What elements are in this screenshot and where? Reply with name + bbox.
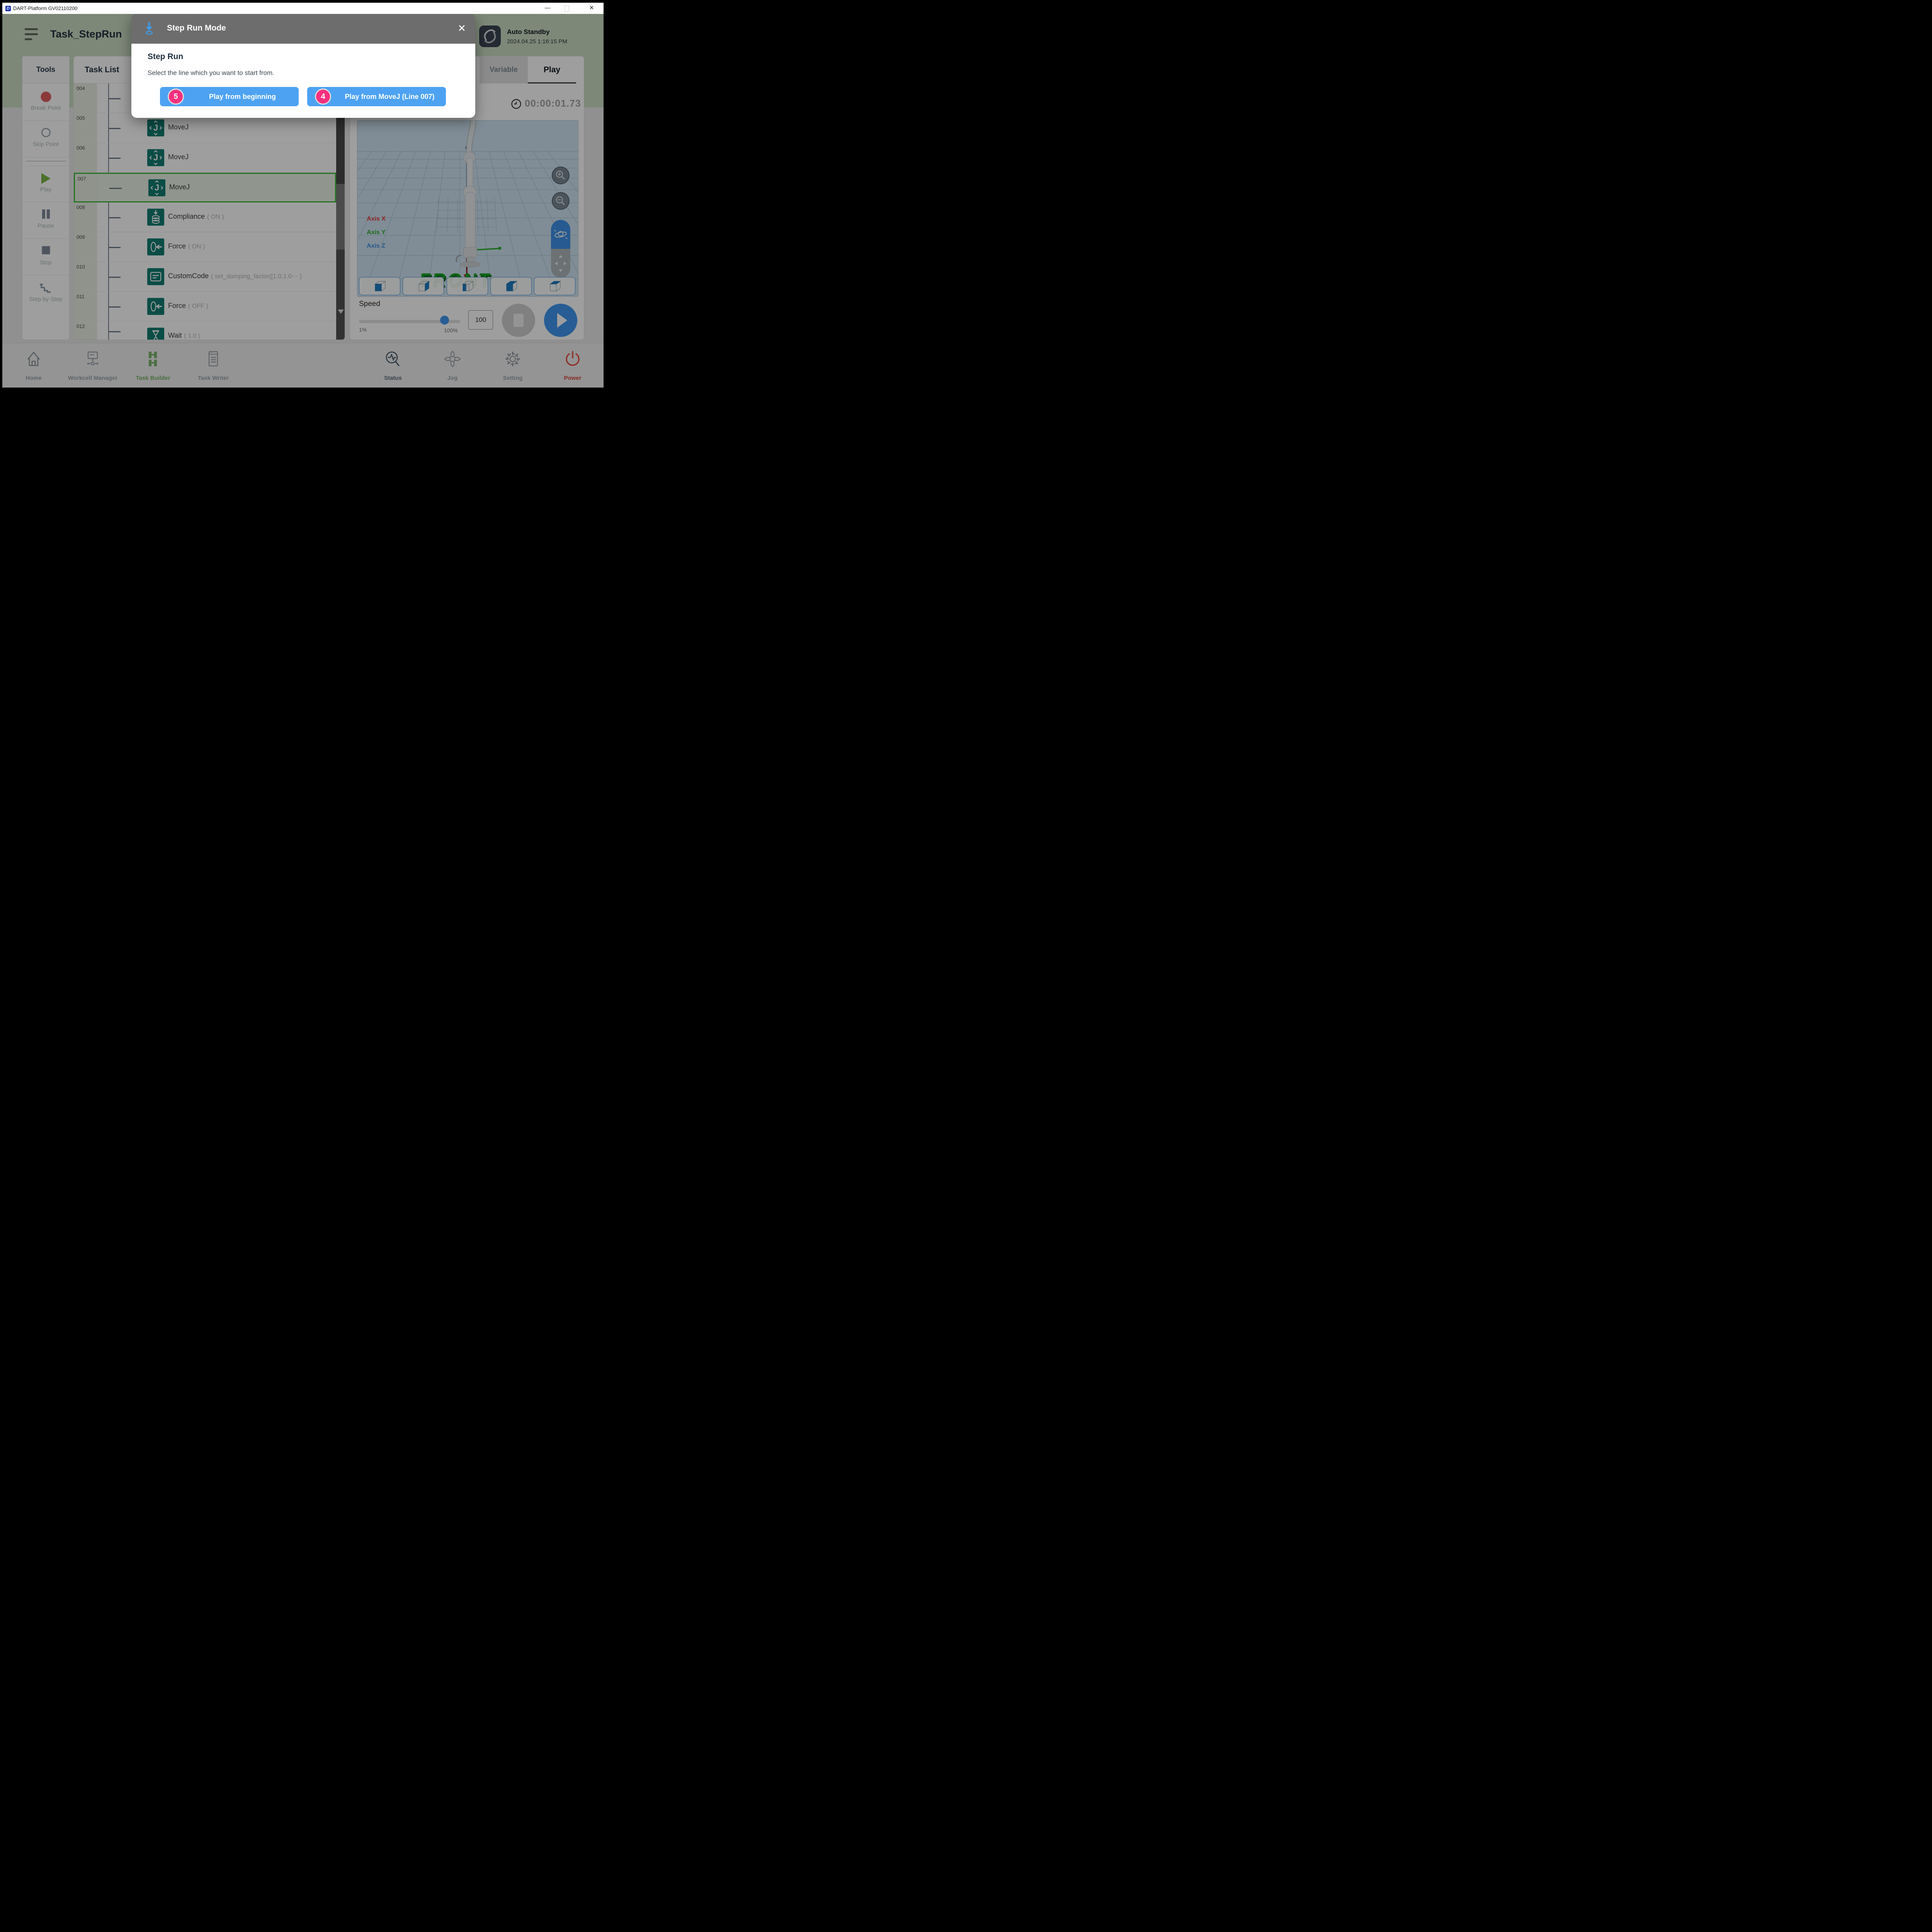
modal-heading: Step Run bbox=[148, 52, 183, 61]
modal-header: Step Run Mode ✕ bbox=[131, 14, 475, 44]
app-logo-icon: D bbox=[5, 6, 11, 11]
window-title: DART-Platform GV02110200 bbox=[13, 5, 77, 11]
app-window: D DART-Platform GV02110200 — ✕ Task_Step… bbox=[2, 3, 604, 388]
play-from-movej-line007-button[interactable]: 4 Play from MoveJ (Line 007) bbox=[307, 87, 446, 106]
titlebar: D DART-Platform GV02110200 — ✕ bbox=[2, 3, 604, 14]
close-icon[interactable]: ✕ bbox=[587, 4, 597, 12]
modal-body: Step Run Select the line which you want … bbox=[131, 44, 475, 118]
modal-close-icon[interactable]: ✕ bbox=[457, 22, 466, 34]
step-run-icon bbox=[144, 22, 155, 36]
badge-5: 5 bbox=[169, 90, 183, 104]
modal-description: Select the line which you want to start … bbox=[148, 69, 274, 77]
minimize-icon[interactable]: — bbox=[543, 4, 553, 12]
play-from-beginning-button[interactable]: 5 Play from beginning bbox=[160, 87, 299, 106]
step-run-mode-modal: Step Run Mode ✕ Step Run Select the line… bbox=[131, 14, 475, 118]
maximize-icon[interactable] bbox=[565, 5, 569, 12]
modal-title: Step Run Mode bbox=[167, 24, 226, 33]
badge-4: 4 bbox=[316, 90, 330, 104]
